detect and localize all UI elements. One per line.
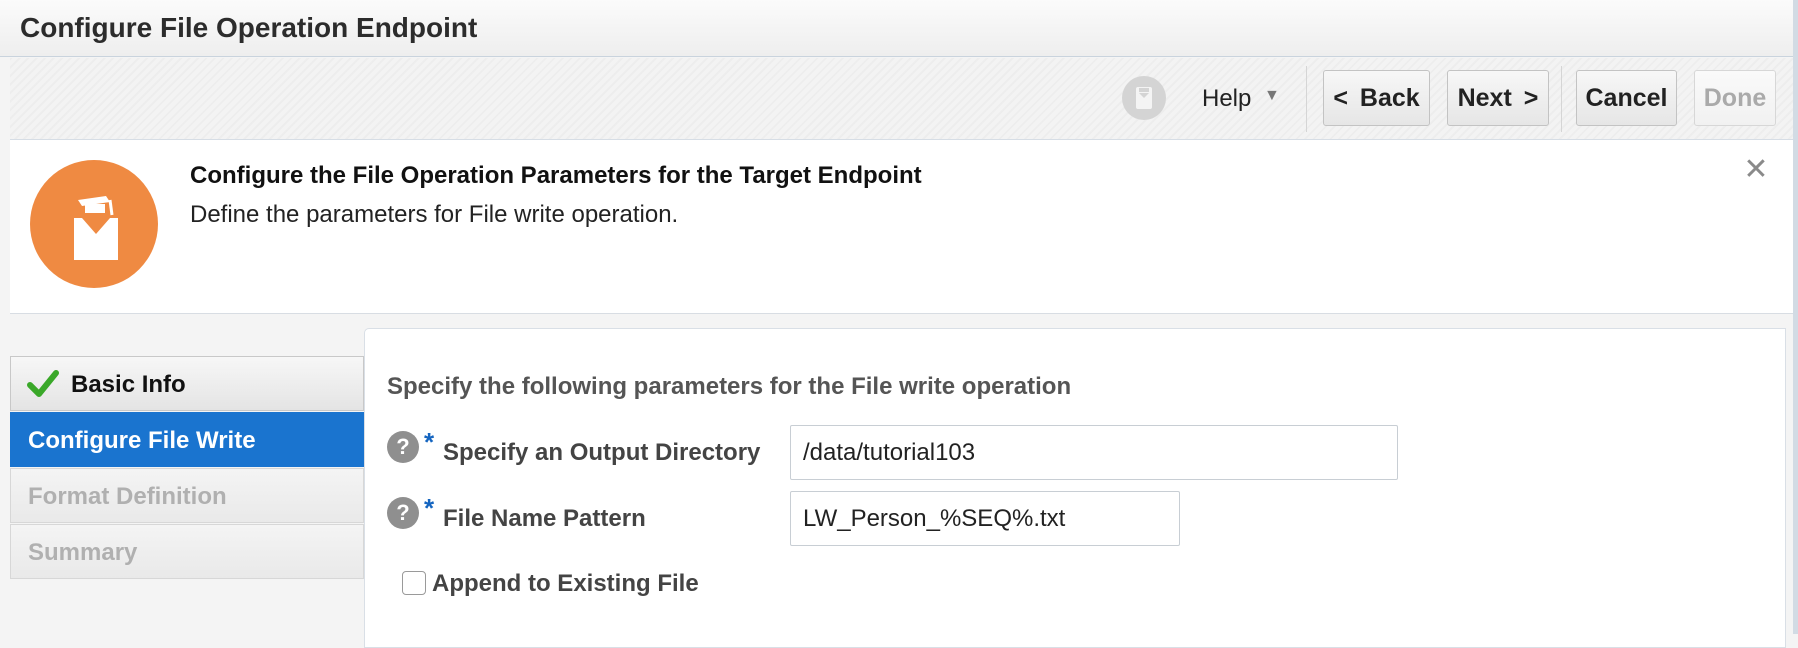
required-marker: * [424,493,435,523]
window-title: Configure File Operation Endpoint [20,12,478,43]
step-summary: Summary [10,524,364,579]
help-icon[interactable]: ? [387,497,419,529]
form-heading: Specify the following parameters for the… [387,373,1072,400]
chevron-left-icon: < [1333,83,1348,112]
next-button[interactable]: Next > [1447,70,1549,126]
toolbar-divider [1306,66,1307,132]
output-directory-label: Specify an Output Directory [443,439,761,466]
file-name-pattern-label: File Name Pattern [443,505,646,532]
help-icon[interactable]: ? [387,431,419,463]
banner-title: Configure the File Operation Parameters … [190,162,922,189]
close-icon[interactable]: ✕ [1740,154,1772,186]
toolbar: Help ▼ < Back Next > Cancel Done [10,58,1793,140]
title-bar: Configure File Operation Endpoint [0,0,1798,57]
chevron-down-icon[interactable]: ▼ [1264,87,1280,105]
chevron-right-icon: > [1523,83,1539,112]
next-button-label: Next [1457,83,1512,112]
back-button[interactable]: < Back [1323,70,1430,126]
help-menu[interactable]: Help [1202,85,1251,113]
wizard-steps: Basic Info Configure File Write Format D… [10,356,364,580]
append-checkbox[interactable] [402,571,426,595]
user-badge-icon[interactable] [1122,76,1166,120]
content-panel: Specify the following parameters for the… [364,328,1786,648]
step-label: Basic Info [71,371,186,398]
step-label: Format Definition [28,483,227,510]
file-name-pattern-input[interactable] [790,491,1180,546]
step-format-definition: Format Definition [10,468,364,523]
append-checkbox-label[interactable]: Append to Existing File [432,570,699,598]
step-label: Summary [28,539,138,566]
window-edge [1793,0,1798,634]
back-button-label: Back [1359,83,1420,112]
banner-description: Define the parameters for File write ope… [190,201,679,228]
required-marker: * [424,427,435,457]
output-directory-input[interactable] [790,425,1398,480]
step-basic-info[interactable]: Basic Info [10,356,364,411]
cancel-button[interactable]: Cancel [1576,70,1677,126]
graduation-cap-icon [30,160,158,288]
info-banner: Configure the File Operation Parameters … [10,140,1793,314]
step-label: Configure File Write [28,427,256,454]
toolbar-divider [1561,66,1562,132]
step-configure-file-write[interactable]: Configure File Write [10,412,364,467]
done-button[interactable]: Done [1694,70,1776,126]
checkmark-icon [27,370,59,397]
